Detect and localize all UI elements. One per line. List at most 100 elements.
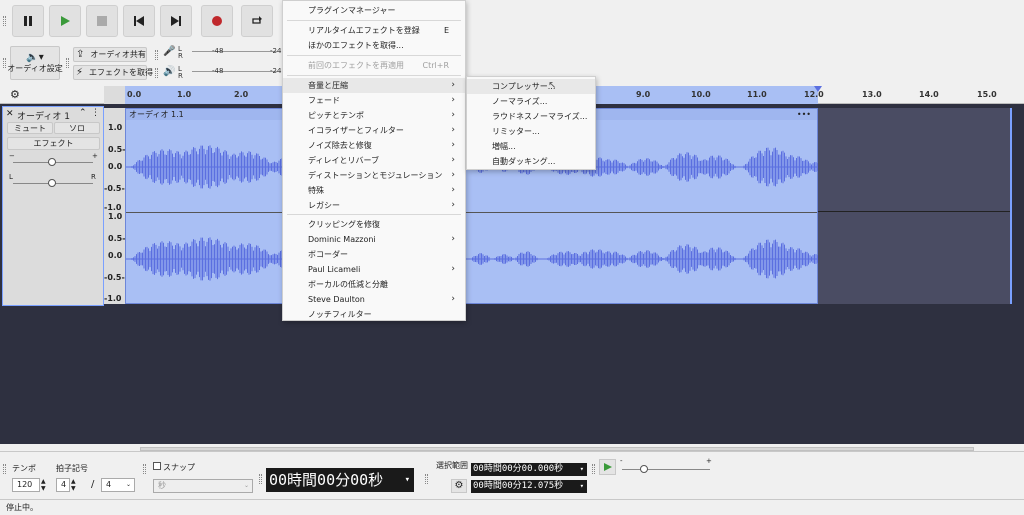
skip-to-end-button[interactable] [160, 5, 192, 37]
submenu-item[interactable]: リミッター... [467, 124, 595, 139]
effects-menu-item[interactable]: ボーカルの低減と分離 [283, 277, 465, 292]
effects-menu-item[interactable]: ピッチとテンポ › [283, 108, 465, 123]
track-menu-icon[interactable]: ⋮ [91, 108, 100, 118]
ruler-tick: 2.0 [234, 90, 249, 99]
play-button[interactable] [49, 5, 81, 37]
time-display[interactable]: 00時間00分00秒 ▾ [266, 468, 414, 492]
timeline-settings-gear-icon[interactable]: ⚙ [10, 88, 20, 101]
toolbar-grip[interactable] [143, 464, 146, 474]
toolbar-grip[interactable] [3, 16, 6, 26]
track-name[interactable]: オーディオ 1 [17, 109, 70, 122]
ruler-tick: 9.0 [636, 90, 651, 99]
submenu-item-label: コンプレッサー... [492, 82, 556, 91]
snap-label: スナップ [163, 463, 195, 472]
effects-menu-item[interactable]: Paul Licameli › [283, 262, 465, 277]
clip-name: オーディオ 1.1 [129, 110, 184, 119]
empty-track-area[interactable] [818, 108, 1010, 304]
gain-slider-thumb[interactable] [48, 158, 56, 166]
toolbar-grip[interactable] [3, 464, 6, 474]
mute-button[interactable]: ミュート [7, 122, 53, 134]
playback-speed-thumb[interactable] [640, 465, 648, 473]
ruler-tick: 14.0 [919, 90, 939, 99]
selection-end-marker[interactable] [814, 86, 822, 92]
stop-button[interactable] [86, 5, 118, 37]
selection-end-display[interactable]: 00時間00分12.075秒 ▾ [471, 480, 587, 493]
submenu-item[interactable]: ラウドネスノーマライズ... [467, 109, 595, 124]
effects-menu-item[interactable]: ノッチフィルター [283, 307, 465, 322]
submenu-item-label: リミッター... [492, 127, 540, 136]
pause-button[interactable] [12, 5, 44, 37]
audio-setup-button[interactable]: 🔈▾ オーディオ設定 [7, 46, 63, 80]
selection-settings-gear-icon[interactable]: ⚙ [451, 479, 467, 493]
chevron-down-icon: ▾ [579, 482, 584, 490]
meter-line [192, 51, 278, 52]
effects-menu-item[interactable]: Dominic Mazzoni › [283, 232, 465, 247]
effects-menu-item[interactable]: ディレイとリバーブ › [283, 153, 465, 168]
submenu-item-label: 増幅... [492, 142, 516, 151]
vertical-scale[interactable]: 1.0 0.5- 0.0 -0.5- -1.0 1.0 0.5- 0.0 -0.… [104, 108, 126, 304]
snap-unit-select[interactable]: 秒 ⌄ [153, 479, 253, 493]
pan-right-label: R [91, 173, 96, 181]
effects-menu-item[interactable]: フェード › [283, 93, 465, 108]
menu-item-label: ノッチフィルター [308, 310, 372, 319]
effects-menu-item[interactable]: ボコーダー [283, 247, 465, 262]
collapse-track-icon[interactable]: ⌃ [79, 108, 87, 118]
effects-menu-item[interactable]: 音量と圧縮 › [283, 78, 465, 93]
tempo-input[interactable]: 120 [12, 478, 40, 492]
clip-menu-icon[interactable]: ••• [797, 109, 811, 120]
toolbar-grip[interactable] [425, 474, 428, 484]
speaker-meter-icon[interactable]: 🔊 [163, 66, 175, 77]
effects-menu-item[interactable]: クリッピングを修復 [283, 217, 465, 232]
time-signature-denominator[interactable]: 4 ⌄ [101, 478, 135, 492]
share-audio-button[interactable]: ⇪ オーディオ共有 [73, 47, 147, 62]
time-signature-numerator[interactable]: 4 [56, 478, 70, 492]
toolbar-grip[interactable] [3, 58, 6, 68]
skip-to-start-button[interactable] [123, 5, 155, 37]
audio-setup-label: オーディオ設定 [7, 64, 63, 73]
toolbar-grip[interactable] [592, 464, 595, 474]
submenu-item-label: ノーマライズ... [492, 97, 548, 106]
get-effects-button[interactable]: ⚡ エフェクトを取得 [73, 65, 153, 80]
play-at-speed-button[interactable] [599, 459, 616, 475]
submenu-arrow-icon: › [451, 264, 455, 274]
close-track-icon[interactable]: ✕ [6, 109, 14, 119]
toolbar-grip[interactable] [66, 58, 69, 68]
record-meter[interactable]: L R -48 -24 [178, 45, 281, 60]
menu-item-label: 前回のエフェクトを再適用 [308, 61, 404, 70]
menu-item-label: 音量と圧縮 [308, 81, 348, 90]
toolbar-grip[interactable] [155, 50, 158, 60]
meter-r: R [178, 52, 183, 60]
record-button[interactable] [201, 5, 233, 37]
microphone-icon[interactable]: 🎤 [163, 46, 175, 57]
submenu-item[interactable]: ノーマライズ... [467, 94, 595, 109]
submenu-item[interactable]: コンプレッサー... [467, 79, 595, 94]
plug-icon: ⚡ [76, 67, 84, 78]
effects-menu-item[interactable]: イコライザーとフィルター › [283, 123, 465, 138]
effects-menu-item[interactable]: ノイズ除去と修復 › [283, 138, 465, 153]
submenu-arrow-icon: › [451, 125, 455, 135]
effects-menu-item[interactable]: リアルタイムエフェクトを登録 E [283, 23, 465, 38]
toolbar-grip[interactable] [155, 68, 158, 78]
share-icon: ⇪ [76, 49, 85, 60]
menu-item-label: ほかのエフェクトを取得... [308, 41, 404, 50]
effects-menu-item[interactable]: プラグインマネージャー [283, 3, 465, 18]
playback-speed-slider[interactable] [622, 469, 710, 470]
effects-menu-item[interactable]: 特殊 › [283, 183, 465, 198]
playback-meter[interactable]: L R -48 -24 [178, 65, 281, 80]
numerator-spinner[interactable]: ▲ ▼ [71, 478, 76, 492]
solo-button[interactable]: ソロ [54, 122, 100, 134]
effects-menu-item[interactable]: レガシー › [283, 198, 465, 213]
submenu-item[interactable]: 自動ダッキング... [467, 154, 595, 169]
snap-checkbox[interactable] [153, 462, 161, 470]
submenu-item[interactable]: 増幅... [467, 139, 595, 154]
effects-menu-item[interactable]: ディストーションとモジュレーション › [283, 168, 465, 183]
effects-menu-item[interactable]: ほかのエフェクトを取得... [283, 38, 465, 53]
tempo-spinner[interactable]: ▲ ▼ [41, 478, 46, 492]
toolbar-grip[interactable] [259, 474, 262, 484]
effects-menu-item[interactable]: Steve Daulton › [283, 292, 465, 307]
scale-label: 1.0 [108, 212, 123, 221]
effects-button[interactable]: エフェクト [7, 137, 100, 150]
loop-button[interactable] [241, 5, 273, 37]
pan-slider-thumb[interactable] [48, 179, 56, 187]
selection-start-display[interactable]: 00時間00分00.000秒 ▾ [471, 463, 587, 476]
